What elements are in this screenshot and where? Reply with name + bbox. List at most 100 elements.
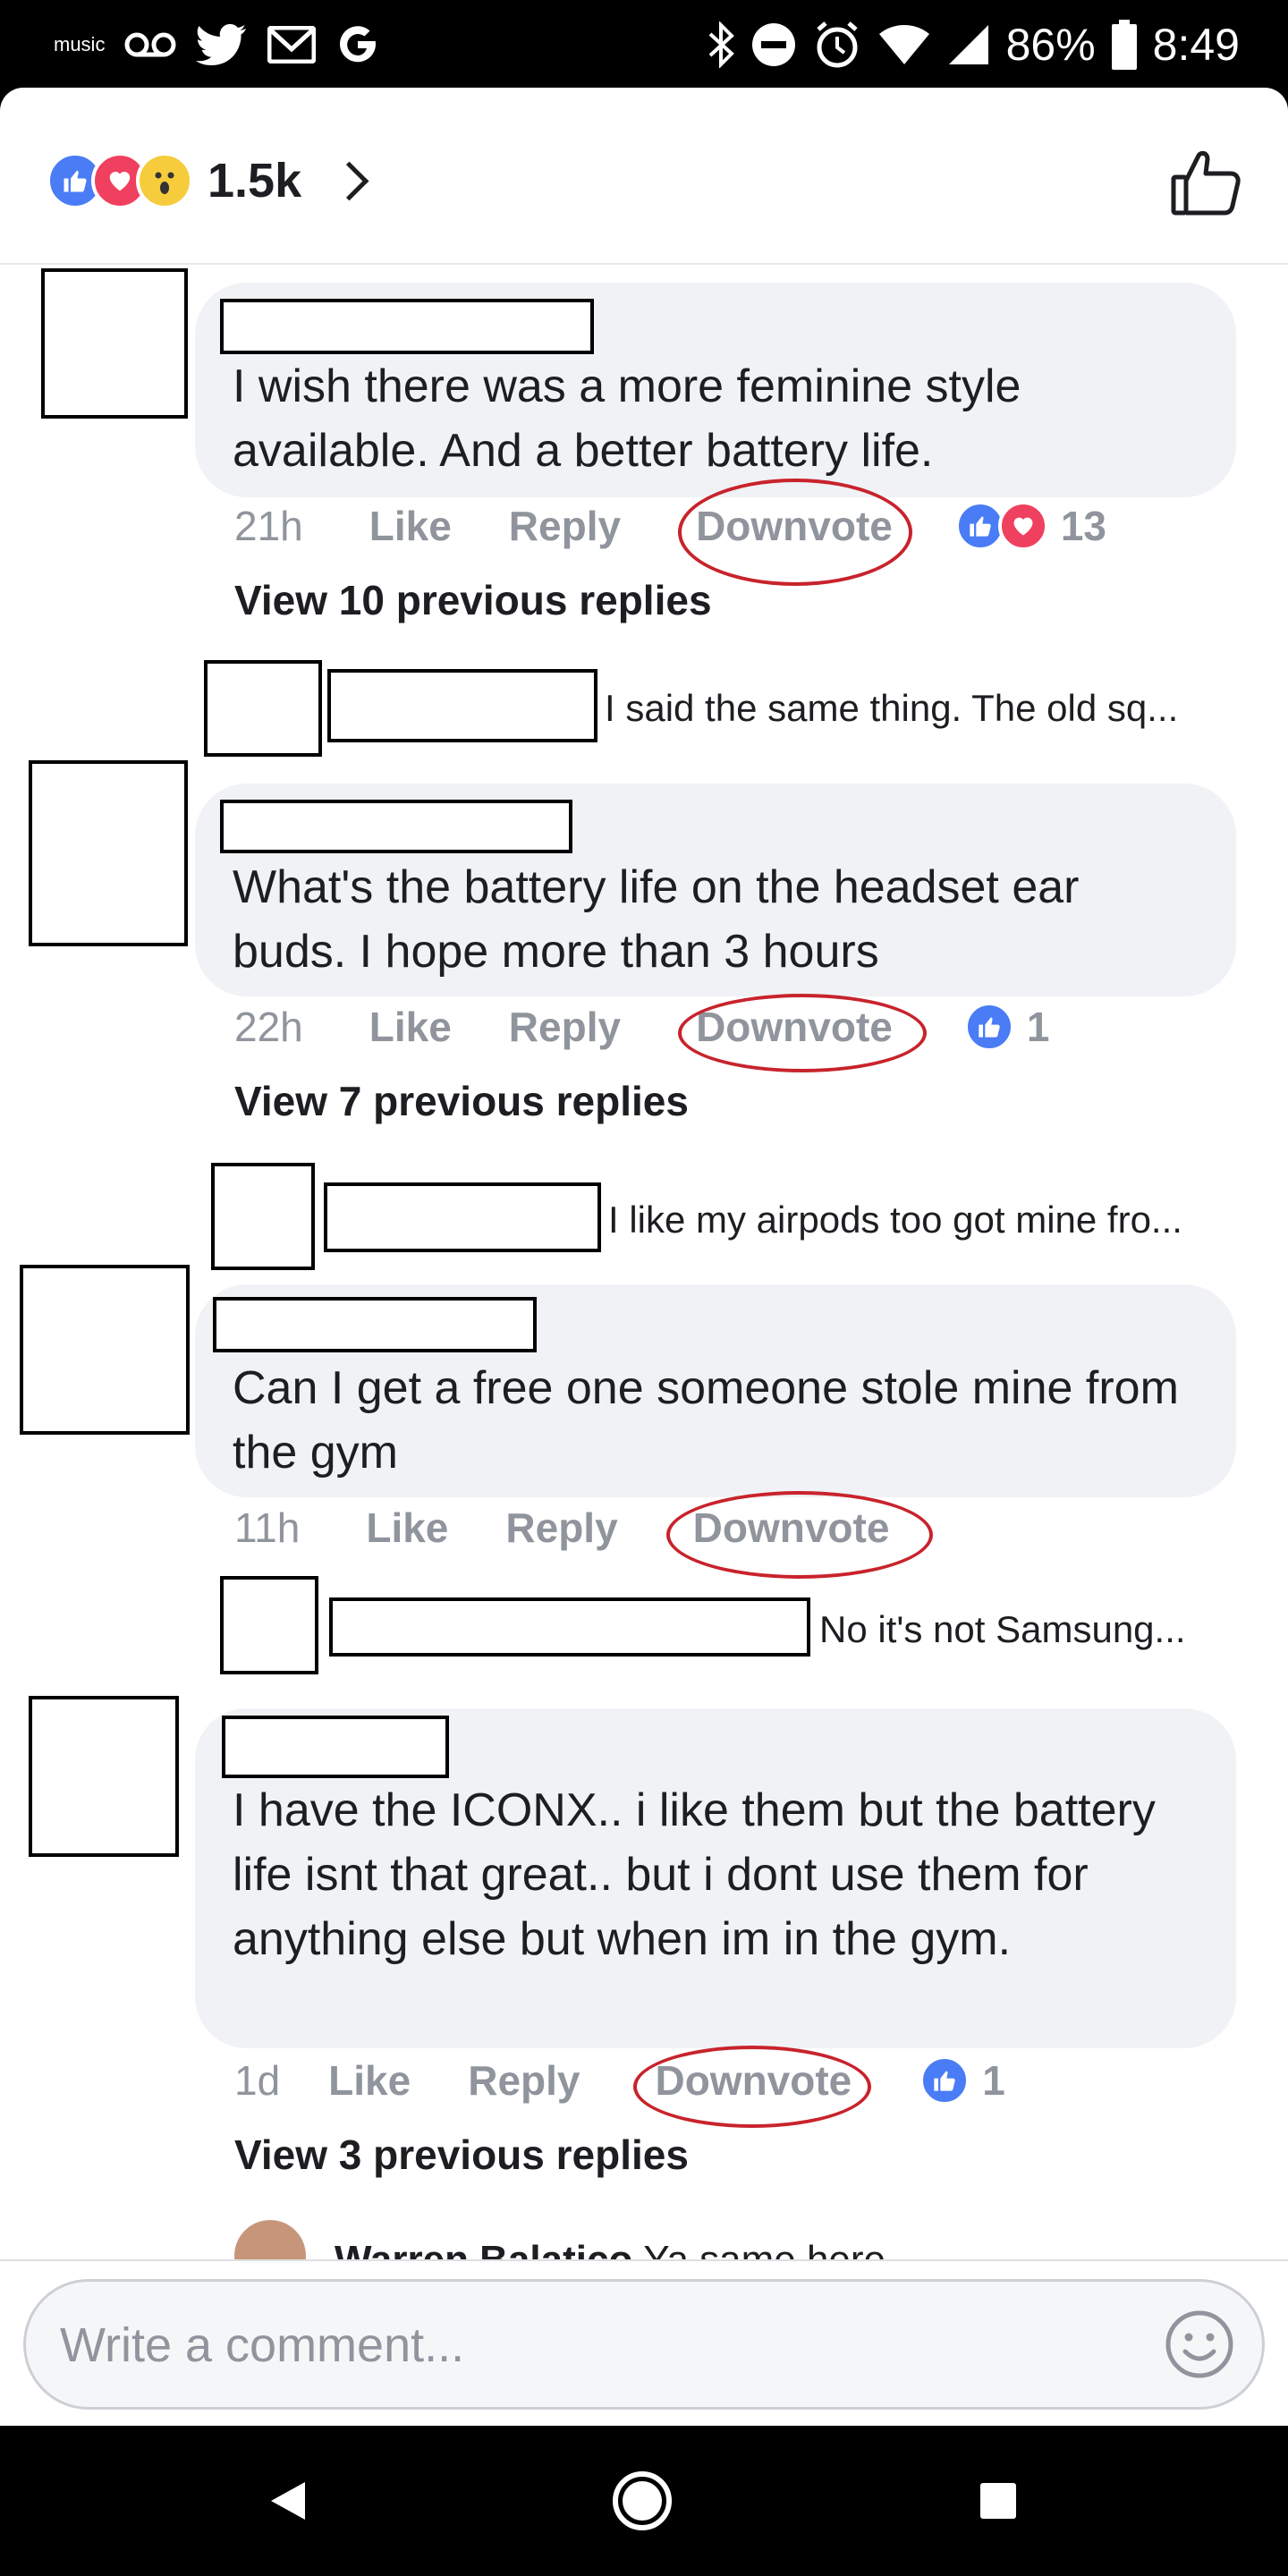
- comment-reactions[interactable]: 13: [954, 501, 1107, 551]
- reply-name-redacted[interactable]: [324, 1182, 601, 1252]
- avatar[interactable]: [41, 268, 188, 419]
- thumbs-up-icon: [1171, 150, 1241, 216]
- music-icon: music: [54, 33, 106, 55]
- recents-icon: [980, 2483, 1016, 2519]
- comment-bubble[interactable]: I wish there was a more feminine style a…: [195, 283, 1236, 497]
- status-bar-system: 86% 8:49: [708, 18, 1240, 72]
- twitter-icon: [196, 23, 247, 66]
- wifi-icon: [878, 24, 929, 65]
- comment-time: 21h: [234, 503, 303, 549]
- reply-avatar[interactable]: [234, 2220, 306, 2259]
- reactions-header: 1.5k: [0, 88, 1288, 265]
- commenter-name-redacted[interactable]: [220, 299, 594, 354]
- view-previous-replies[interactable]: View 7 previous replies: [234, 1077, 689, 1125]
- like-post-button[interactable]: [1170, 147, 1241, 218]
- signal-icon: [948, 25, 988, 64]
- home-icon: [613, 2471, 672, 2530]
- avatar[interactable]: [20, 1265, 190, 1435]
- reply-preview[interactable]: I said the same thing. The old sq...: [605, 687, 1178, 730]
- reply-button[interactable]: Reply: [505, 1504, 617, 1552]
- comment-bubble[interactable]: What's the battery life on the headset e…: [195, 784, 1236, 996]
- downvote-button[interactable]: Downvote: [678, 479, 913, 586]
- reaction-count: 13: [1060, 503, 1107, 549]
- reactions-summary[interactable]: 1.5k: [47, 152, 369, 209]
- love-reaction-icon: [997, 501, 1048, 551]
- commenter-name-redacted[interactable]: [222, 1716, 449, 1778]
- reply-button[interactable]: Reply: [468, 2056, 580, 2105]
- comment-text: I wish there was a more feminine style a…: [233, 360, 1021, 477]
- annotation-circle: [633, 2046, 872, 2128]
- voicemail-icon: [124, 32, 176, 57]
- do-not-disturb-icon: [751, 23, 795, 66]
- downvote-button[interactable]: Downvote: [665, 1491, 933, 1579]
- downvote-button[interactable]: Downvote: [633, 2046, 872, 2128]
- comment-bubble[interactable]: I have the ICONX.. i like them but the b…: [195, 1708, 1236, 2048]
- like-reaction-icon: [963, 1002, 1014, 1052]
- avatar[interactable]: [29, 1696, 179, 1857]
- comment-bubble[interactable]: Can I get a free one someone stole mine …: [195, 1284, 1236, 1497]
- comments-sheet: 1.5k I wish there was a more feminine st…: [0, 88, 1288, 2426]
- comment-actions: 22h Like Reply Downvote 1: [234, 994, 1050, 1072]
- android-nav-bar: [0, 2426, 1288, 2576]
- battery-percent: 86%: [1005, 20, 1096, 70]
- comment-time: 11h: [234, 1504, 301, 1551]
- reply-preview: Ya same here: [643, 2220, 886, 2259]
- comment-actions: 21h Like Reply Downvote 13: [234, 479, 1107, 586]
- reply-button[interactable]: Reply: [509, 502, 621, 550]
- reply-avatar[interactable]: [204, 660, 322, 757]
- view-previous-replies[interactable]: View 10 previous replies: [234, 576, 712, 624]
- wow-reaction-icon: [136, 152, 193, 209]
- home-button[interactable]: [606, 2465, 678, 2537]
- reply-name-redacted[interactable]: [329, 1597, 810, 1657]
- status-bar: music 86% 8:49: [0, 0, 1288, 88]
- annotation-circle: [665, 1491, 933, 1579]
- reply-avatar[interactable]: [211, 1163, 315, 1270]
- reaction-count: 1: [982, 2057, 1005, 2104]
- downvote-button[interactable]: Downvote: [678, 994, 928, 1072]
- avatar[interactable]: [29, 760, 188, 946]
- google-icon: [340, 26, 377, 63]
- commenter-name-redacted[interactable]: [213, 1297, 537, 1352]
- comment-reactions[interactable]: 1: [963, 1002, 1050, 1052]
- reaction-count: 1.5k: [208, 154, 302, 208]
- reaction-count: 1: [1026, 1004, 1050, 1050]
- comment-text: What's the battery life on the headset e…: [233, 861, 1080, 978]
- comments-list: I wish there was a more feminine style a…: [0, 265, 1288, 2259]
- like-button[interactable]: Like: [369, 1003, 452, 1051]
- reply-row-partial[interactable]: Warren Balatico Ya same here: [234, 2220, 886, 2259]
- like-button[interactable]: Like: [369, 502, 452, 550]
- chevron-right-icon: [329, 161, 369, 200]
- annotation-circle: [678, 994, 928, 1072]
- like-button[interactable]: Like: [366, 1504, 448, 1552]
- annotation-circle: [678, 479, 913, 586]
- reply-avatar[interactable]: [220, 1576, 318, 1674]
- view-previous-replies[interactable]: View 3 previous replies: [234, 2131, 689, 2179]
- like-button[interactable]: Like: [328, 2056, 411, 2105]
- reply-name-redacted[interactable]: [327, 669, 597, 742]
- reply-preview[interactable]: No it's not Samsung...: [819, 1608, 1186, 1651]
- reply-button[interactable]: Reply: [509, 1003, 621, 1051]
- comment-input[interactable]: [58, 2282, 1135, 2409]
- back-icon: [271, 2482, 305, 2520]
- reply-preview[interactable]: I like my airpods too got mine fro...: [608, 1199, 1182, 1241]
- alarm-icon: [816, 21, 858, 68]
- reply-author-name[interactable]: Warren Balatico: [335, 2220, 632, 2259]
- comment-time: 22h: [234, 1004, 303, 1050]
- gmail-icon: [267, 26, 317, 64]
- clock: 8:49: [1152, 20, 1240, 70]
- comment-composer-bar: [0, 2259, 1288, 2426]
- bluetooth-icon: [708, 21, 734, 68]
- comment-actions: 11h Like Reply Downvote: [234, 1491, 933, 1579]
- battery-icon: [1111, 20, 1137, 70]
- back-button[interactable]: [252, 2465, 324, 2537]
- comment-reactions[interactable]: 1: [919, 2055, 1005, 2106]
- comment-text: I have the ICONX.. i like them but the b…: [233, 1784, 1156, 1965]
- status-bar-notifications: music: [54, 18, 380, 72]
- comment-time: 1d: [234, 2057, 281, 2104]
- recents-button[interactable]: [962, 2465, 1034, 2537]
- comment-actions: 1d Like Reply Downvote 1: [234, 2046, 1005, 2128]
- emoji-icon[interactable]: [1164, 2309, 1235, 2380]
- commenter-name-redacted[interactable]: [220, 800, 572, 853]
- like-reaction-icon: [919, 2055, 970, 2106]
- comment-composer[interactable]: [23, 2279, 1265, 2410]
